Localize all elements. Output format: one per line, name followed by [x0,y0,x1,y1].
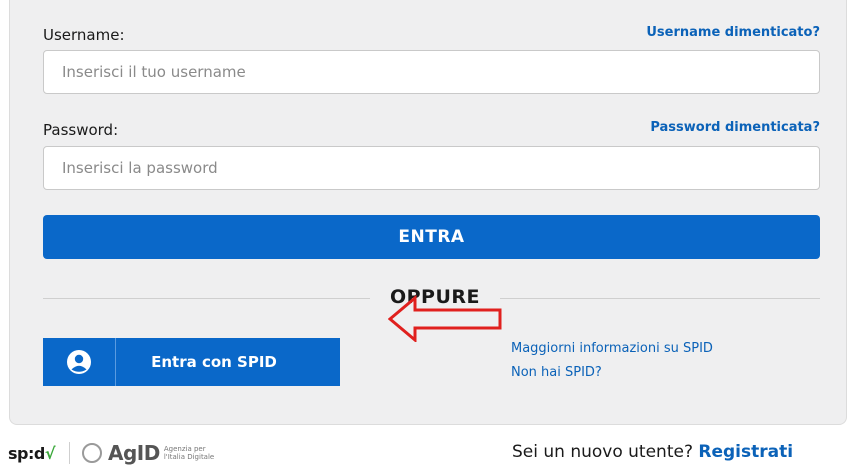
footer-logos: sp:d√ AgID Agenzia per l'Italia Digitale [8,440,224,466]
agid-emblem-icon [82,443,102,463]
no-spid-link[interactable]: Non hai SPID? [511,365,602,380]
spid-icon-box [43,338,116,386]
logo-divider [69,442,70,464]
divider-right [500,298,820,299]
username-label: Username: [43,26,125,44]
spid-button-label: Entra con SPID [151,353,277,371]
password-label: Password: [43,121,119,139]
entra-button[interactable]: ENTRA [43,215,820,259]
register-link[interactable]: Registrati [698,442,793,462]
divider-left [43,298,370,299]
agid-logo: AgID [108,441,160,465]
new-user-prompt: Sei un nuovo utente? Registrati [512,442,793,462]
password-input[interactable] [43,146,820,190]
new-user-text: Sei un nuovo utente? [512,442,693,462]
red-arrow-left-icon [388,294,502,342]
spid-login-button[interactable]: Entra con SPID [43,338,340,386]
spid-info-link[interactable]: Maggiorni informazioni su SPID [511,341,713,356]
password-forgot-link[interactable]: Password dimenticata? [650,120,820,135]
agid-subtitle: Agenzia per l'Italia Digitale [163,445,215,461]
user-circle-icon [67,350,91,374]
username-forgot-link[interactable]: Username dimenticato? [646,25,820,40]
spid-logo: sp:d√ [8,443,56,463]
username-input[interactable] [43,50,820,94]
